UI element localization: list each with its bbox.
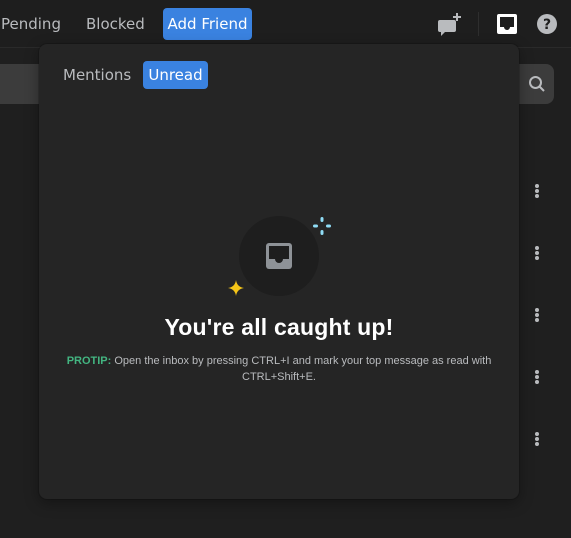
search-button[interactable] xyxy=(519,64,554,104)
tab-mentions[interactable]: Mentions xyxy=(55,61,139,89)
tab-blocked[interactable]: Blocked xyxy=(78,8,153,40)
svg-text:?: ? xyxy=(543,17,551,33)
more-options-icon[interactable] xyxy=(533,184,541,202)
sparkle-icon xyxy=(313,217,331,235)
protip-text: PROTIP: Open the inbox by pressing CTRL+… xyxy=(59,353,499,385)
help-icon: ? xyxy=(537,14,557,34)
protip-label: PROTIP: xyxy=(66,355,112,367)
inbox-icon xyxy=(266,243,292,269)
more-options-icon[interactable] xyxy=(533,370,541,388)
empty-state-title: You're all caught up! xyxy=(164,314,394,340)
toolbar-divider xyxy=(478,12,479,36)
top-bar: Pending Blocked Add Friend ? xyxy=(0,0,571,48)
inbox-popover: Mentions Unread You're all caught up! PR… xyxy=(39,44,519,499)
empty-state-illustration xyxy=(239,216,319,296)
tab-unread[interactable]: Unread xyxy=(143,61,208,89)
more-options-icon[interactable] xyxy=(533,246,541,264)
inbox-button[interactable] xyxy=(495,12,519,36)
inbox-icon xyxy=(497,14,517,34)
add-friend-button[interactable]: Add Friend xyxy=(163,8,252,40)
new-group-dm-button[interactable] xyxy=(437,12,461,36)
help-button[interactable]: ? xyxy=(535,12,559,36)
tab-pending[interactable]: Pending xyxy=(0,8,69,40)
star-sparkle-icon xyxy=(228,280,244,296)
new-group-dm-icon xyxy=(438,13,461,36)
more-options-icon[interactable] xyxy=(533,308,541,326)
more-options-icon[interactable] xyxy=(533,432,541,450)
search-icon xyxy=(529,76,545,92)
protip-body: Open the inbox by pressing CTRL+I and ma… xyxy=(111,355,492,383)
